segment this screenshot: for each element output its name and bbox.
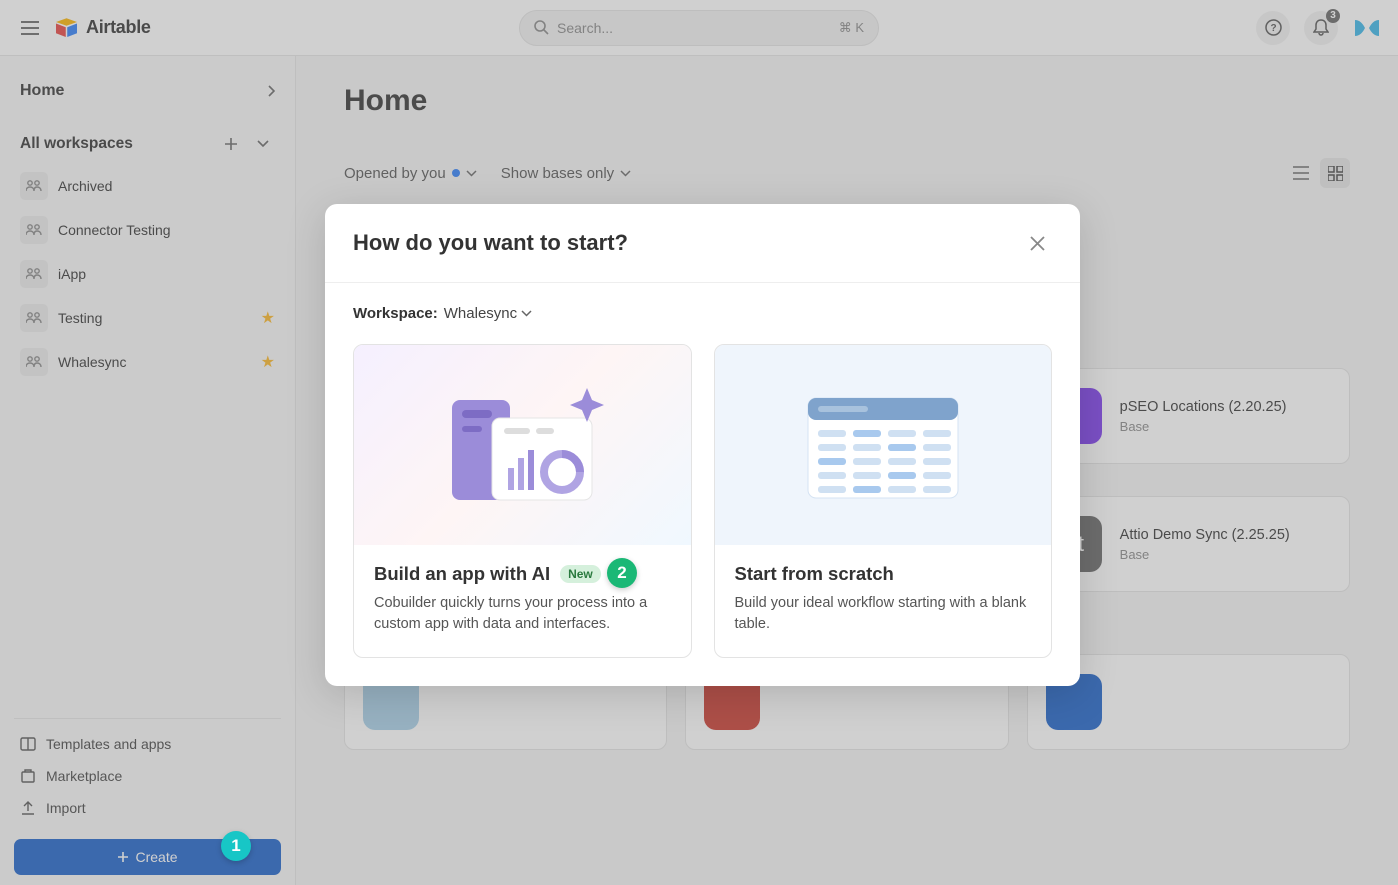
workspace-dropdown[interactable]: Whalesync	[444, 305, 532, 322]
options-row: Build an app with AI New Cobuilder quick…	[353, 344, 1052, 658]
modal-close-button[interactable]	[1022, 228, 1052, 258]
new-tag: New	[560, 565, 601, 583]
option-scratch-title: Start from scratch	[735, 563, 894, 585]
option-scratch[interactable]: Start from scratch Build your ideal work…	[714, 344, 1053, 658]
workspace-label: Workspace:	[353, 305, 438, 322]
option-ai-title: Build an app with AI	[374, 563, 550, 585]
close-icon	[1030, 236, 1045, 251]
modal-header: How do you want to start?	[325, 204, 1080, 283]
scratch-illustration	[715, 345, 1052, 545]
option-ai-desc: Cobuilder quickly turns your process int…	[374, 593, 671, 635]
create-modal: How do you want to start? Workspace: Wha…	[325, 204, 1080, 686]
workspace-selector: Workspace: Whalesync	[353, 305, 1052, 322]
ai-illustration	[354, 345, 691, 545]
option-build-ai[interactable]: Build an app with AI New Cobuilder quick…	[353, 344, 692, 658]
option-scratch-desc: Build your ideal workflow starting with …	[735, 593, 1032, 635]
modal-title: How do you want to start?	[353, 230, 628, 256]
annotation-marker-2: 2	[607, 558, 637, 588]
annotation-marker-1: 1	[221, 831, 251, 861]
modal-body: Workspace: Whalesync	[325, 283, 1080, 686]
chevron-down-icon	[521, 310, 532, 317]
